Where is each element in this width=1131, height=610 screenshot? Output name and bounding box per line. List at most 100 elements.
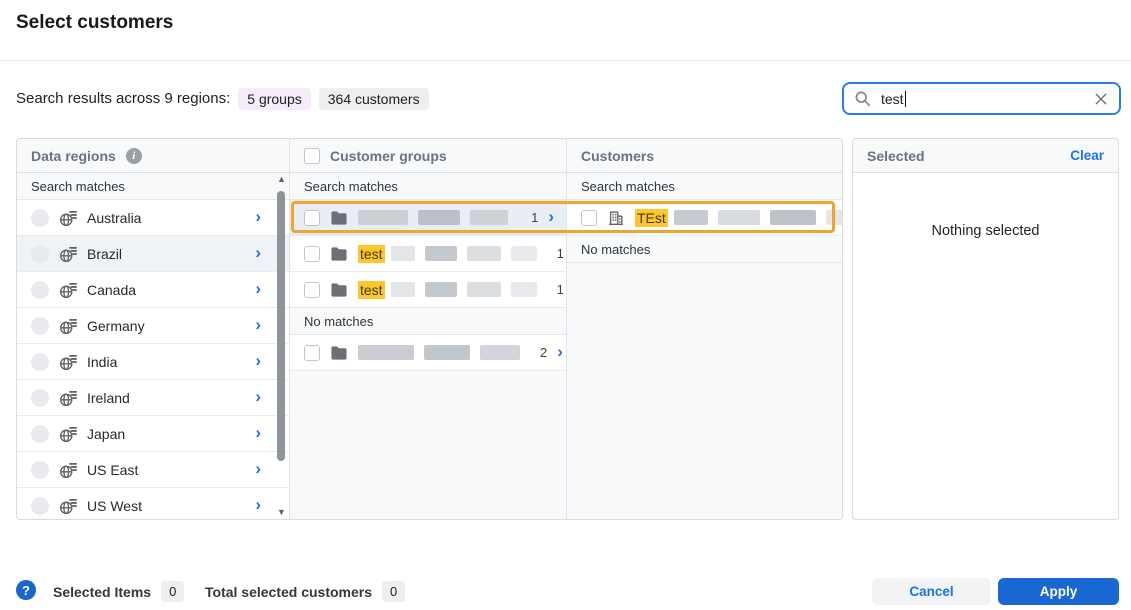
region-globe-icon — [59, 245, 77, 263]
region-row-japan[interactable]: Japan › — [17, 416, 289, 452]
region-label: Ireland — [87, 390, 130, 406]
redacted-text — [770, 210, 816, 225]
cancel-button[interactable]: Cancel — [872, 578, 991, 605]
region-row-australia[interactable]: Australia › — [17, 200, 289, 236]
search-value: test — [881, 91, 906, 107]
region-radio[interactable] — [31, 389, 49, 407]
data-regions-list: Search matches Australia › Brazil › Cana… — [17, 173, 289, 519]
region-label: Brazil — [87, 246, 122, 262]
clear-selection-link[interactable]: Clear — [1070, 148, 1104, 163]
chevron-right-icon[interactable]: › — [255, 460, 261, 477]
group-checkbox[interactable] — [304, 282, 320, 298]
customers-column: Customers Search matches TEst No matches — [566, 139, 842, 519]
group-customer-count: 1 — [531, 210, 538, 225]
scroll-up-icon[interactable]: ▲ — [277, 173, 286, 187]
group-row-test-2[interactable]: test 1 › — [290, 272, 566, 308]
region-radio[interactable] — [31, 425, 49, 443]
region-radio[interactable] — [31, 209, 49, 227]
apply-button[interactable]: Apply — [998, 578, 1119, 605]
groups-search-matches-subheader: Search matches — [290, 173, 566, 200]
region-row-india[interactable]: India › — [17, 344, 289, 380]
region-radio[interactable] — [31, 317, 49, 335]
scrollbar-thumb[interactable] — [277, 191, 285, 461]
page-title: Select customers — [16, 12, 173, 34]
info-icon[interactable]: i — [126, 148, 142, 164]
customer-row-matched[interactable]: TEst — [567, 200, 842, 236]
region-label: Germany — [87, 318, 145, 334]
help-icon[interactable]: ? — [16, 580, 36, 600]
region-globe-icon — [59, 497, 77, 515]
redacted-text — [358, 345, 414, 360]
chevron-right-icon[interactable]: › — [557, 343, 563, 360]
group-row-test-1[interactable]: test 1 › — [290, 236, 566, 272]
region-label: Canada — [87, 282, 136, 298]
region-radio[interactable] — [31, 281, 49, 299]
region-globe-icon — [59, 425, 77, 443]
group-row-matched[interactable]: 1 › — [290, 200, 566, 236]
region-label: India — [87, 354, 117, 370]
redacted-text — [467, 246, 501, 261]
selected-panel: Selected Clear Nothing selected — [852, 138, 1119, 520]
clear-search-icon[interactable] — [1093, 91, 1109, 107]
total-selected-customers-count: 0 — [382, 581, 405, 602]
chevron-right-icon[interactable]: › — [255, 316, 261, 333]
region-row-ireland[interactable]: Ireland › — [17, 380, 289, 416]
region-radio[interactable] — [31, 497, 49, 515]
redacted-text — [358, 210, 408, 225]
customer-groups-column: Customer groups Search matches 1 › test — [289, 139, 566, 519]
regions-scrollbar[interactable]: ▲ ▼ — [275, 173, 288, 520]
chevron-right-icon[interactable]: › — [255, 496, 261, 513]
match-highlight: test — [358, 281, 385, 299]
region-row-brazil[interactable]: Brazil › — [17, 236, 289, 272]
region-globe-icon — [59, 209, 77, 227]
data-regions-column: Data regions i Search matches Australia … — [17, 139, 289, 519]
region-globe-icon — [59, 389, 77, 407]
data-regions-header: Data regions i — [17, 139, 289, 173]
customer-checkbox[interactable] — [581, 210, 597, 226]
group-checkbox[interactable] — [304, 345, 320, 361]
footer: ? Selected Items 0 Total selected custom… — [0, 578, 1131, 605]
search-summary: Search results across 9 regions: 5 group… — [16, 87, 429, 110]
region-radio[interactable] — [31, 461, 49, 479]
group-checkbox[interactable] — [304, 210, 320, 226]
region-row-germany[interactable]: Germany › — [17, 308, 289, 344]
search-icon — [854, 90, 871, 107]
redacted-text — [826, 210, 842, 225]
redacted-text — [391, 282, 415, 297]
chevron-right-icon[interactable]: › — [255, 352, 261, 369]
redacted-text — [425, 246, 457, 261]
redacted-text — [511, 282, 537, 297]
group-row-unmatched[interactable]: 2 › — [290, 335, 566, 371]
customer-groups-header: Customer groups — [290, 139, 566, 173]
region-radio[interactable] — [31, 245, 49, 263]
redacted-text — [391, 246, 415, 261]
chevron-right-icon[interactable]: › — [255, 208, 261, 225]
search-input[interactable]: test — [842, 82, 1121, 115]
region-radio[interactable] — [31, 353, 49, 371]
region-row-us-west[interactable]: US West › — [17, 488, 289, 519]
customer-groups-header-label: Customer groups — [330, 148, 447, 164]
selected-header: Selected Clear — [853, 139, 1118, 173]
chevron-right-icon[interactable]: › — [255, 280, 261, 297]
redacted-text — [425, 282, 457, 297]
groups-count-badge: 5 groups — [238, 88, 310, 110]
customers-header-label: Customers — [581, 148, 654, 164]
region-globe-icon — [59, 461, 77, 479]
match-highlight: TEst — [635, 209, 668, 227]
region-row-us-east[interactable]: US East › — [17, 452, 289, 488]
chevron-right-icon[interactable]: › — [255, 424, 261, 441]
chevron-right-icon[interactable]: › — [255, 244, 261, 261]
region-label: Japan — [87, 426, 125, 442]
redacted-text — [470, 210, 508, 225]
scroll-down-icon[interactable]: ▼ — [277, 506, 286, 520]
group-customer-count: 2 — [540, 345, 547, 360]
redacted-text — [511, 246, 537, 261]
customers-search-matches-subheader: Search matches — [567, 173, 842, 200]
region-globe-icon — [59, 353, 77, 371]
chevron-right-icon[interactable]: › — [548, 208, 554, 225]
select-all-groups-checkbox[interactable] — [304, 148, 320, 164]
region-row-canada[interactable]: Canada › — [17, 272, 289, 308]
group-checkbox[interactable] — [304, 246, 320, 262]
chevron-right-icon[interactable]: › — [255, 388, 261, 405]
folder-icon — [330, 282, 348, 298]
